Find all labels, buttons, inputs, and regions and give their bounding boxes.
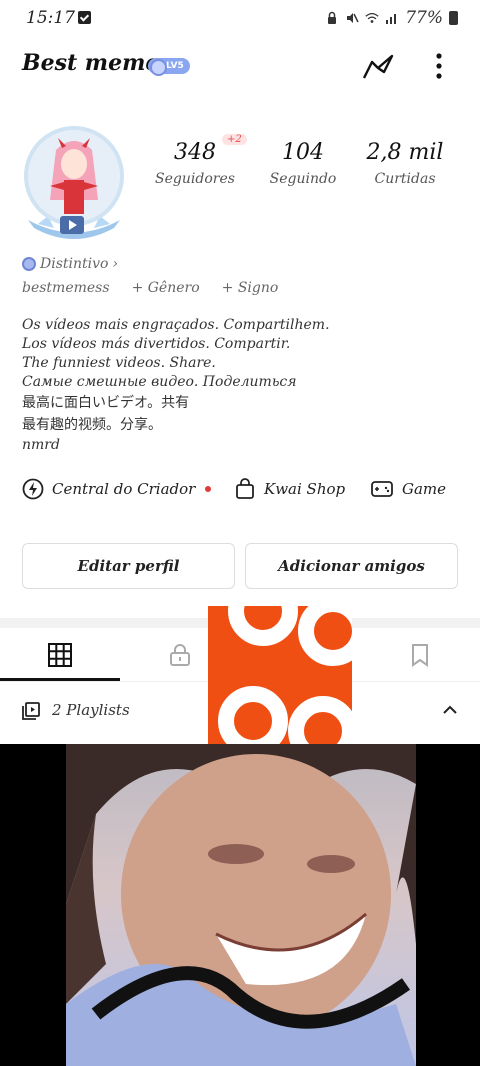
alarm-lock-icon [328, 11, 337, 24]
bio-line: 最高に面白いビデオ。共有 [22, 395, 190, 411]
profile-top-bar: Best memes LV5 [0, 44, 480, 88]
anime-avatar-image [28, 130, 120, 222]
avatar-video-icon[interactable] [60, 216, 84, 234]
laughing-face-image [66, 744, 416, 1066]
edit-profile-button[interactable]: Editar perfil [22, 543, 235, 589]
shopping-bag-icon [236, 478, 254, 499]
gamepad-icon [371, 481, 393, 497]
playlists-label: 2 Playlists [52, 701, 130, 719]
grid-icon [48, 643, 72, 667]
following-stat[interactable]: 104 Seguindo [248, 140, 358, 187]
creator-center-label: Central do Criador [52, 480, 196, 498]
more-options-button[interactable] [425, 50, 453, 82]
badge-link-label: Distintivo [40, 256, 109, 272]
bio-line: 最有趣的视频。分享。 [22, 417, 162, 433]
followers-stat[interactable]: 348 Seguidores +2 [140, 134, 250, 187]
bio-line: nmrd [22, 437, 60, 453]
add-gender-link[interactable]: + Gênero [132, 280, 200, 296]
status-icons: 77% [325, 8, 458, 28]
shortcuts-row: Central do Criador Kwai Shop Game [22, 478, 462, 508]
status-time: 15:17 [26, 8, 75, 28]
chevron-up-icon[interactable] [442, 704, 458, 716]
bio-line: The funniest videos. Share. [22, 355, 216, 371]
game-label: Game [402, 480, 447, 498]
add-sign-link[interactable]: + Signo [222, 280, 279, 296]
notification-dot [205, 486, 212, 492]
status-bar: 15:17 77% [0, 0, 480, 36]
tab-posts[interactable] [0, 628, 120, 682]
level-badge[interactable]: LV5 [148, 58, 190, 76]
avatar[interactable] [24, 126, 124, 226]
following-count: 104 [282, 140, 324, 165]
lightning-icon [22, 478, 44, 500]
lock-icon [170, 644, 190, 666]
profile-stats: 348 Seguidores +2 104 Seguindo 2,8 mil C… [140, 134, 460, 210]
kwai-shop-link[interactable]: Kwai Shop [234, 478, 345, 500]
profile-bio: Os vídeos mais engraçados. Compartilhem.… [22, 316, 462, 455]
profile-meta-row: bestmemess + Gênero + Signo [22, 280, 278, 296]
likes-label: Curtidas [374, 171, 436, 187]
add-friends-button[interactable]: Adicionar amigos [245, 543, 458, 589]
following-label: Seguindo [269, 171, 337, 187]
badge-link[interactable]: Distintivo › [22, 256, 118, 272]
mute-icon [347, 13, 359, 23]
creator-center-link[interactable]: Central do Criador [22, 478, 212, 500]
playlist-icon [22, 702, 40, 720]
followers-label: Seguidores [155, 171, 235, 187]
likes-stat[interactable]: 2,8 mil Curtidas [350, 140, 460, 187]
battery-percent: 77% [405, 8, 443, 28]
bio-line: Самые смешные видео. Поделиться [22, 374, 297, 390]
kwai-shop-label: Kwai Shop [264, 480, 346, 498]
badge-icon [22, 257, 36, 271]
new-followers-badge: +2 [222, 134, 247, 145]
game-link[interactable]: Game [370, 478, 446, 500]
bio-line: Los vídeos más divertidos. Compartir. [22, 336, 291, 352]
chevron-right-icon: › [112, 256, 119, 272]
active-tab-indicator [0, 678, 120, 681]
battery-icon [449, 11, 458, 25]
sticker-overlay [208, 606, 352, 750]
wifi-icon [365, 12, 379, 23]
username: bestmemess [22, 280, 110, 296]
bio-line: Os vídeos mais engraçados. Compartilhem. [22, 317, 330, 333]
meme-photo-overlay [0, 744, 480, 1066]
notification-check-icon [78, 11, 91, 24]
signal-icon [386, 14, 397, 24]
likes-count: 2,8 mil [366, 140, 444, 165]
bookmark-icon [412, 644, 428, 667]
tab-saved[interactable] [360, 628, 480, 682]
share-button[interactable] [360, 50, 396, 82]
